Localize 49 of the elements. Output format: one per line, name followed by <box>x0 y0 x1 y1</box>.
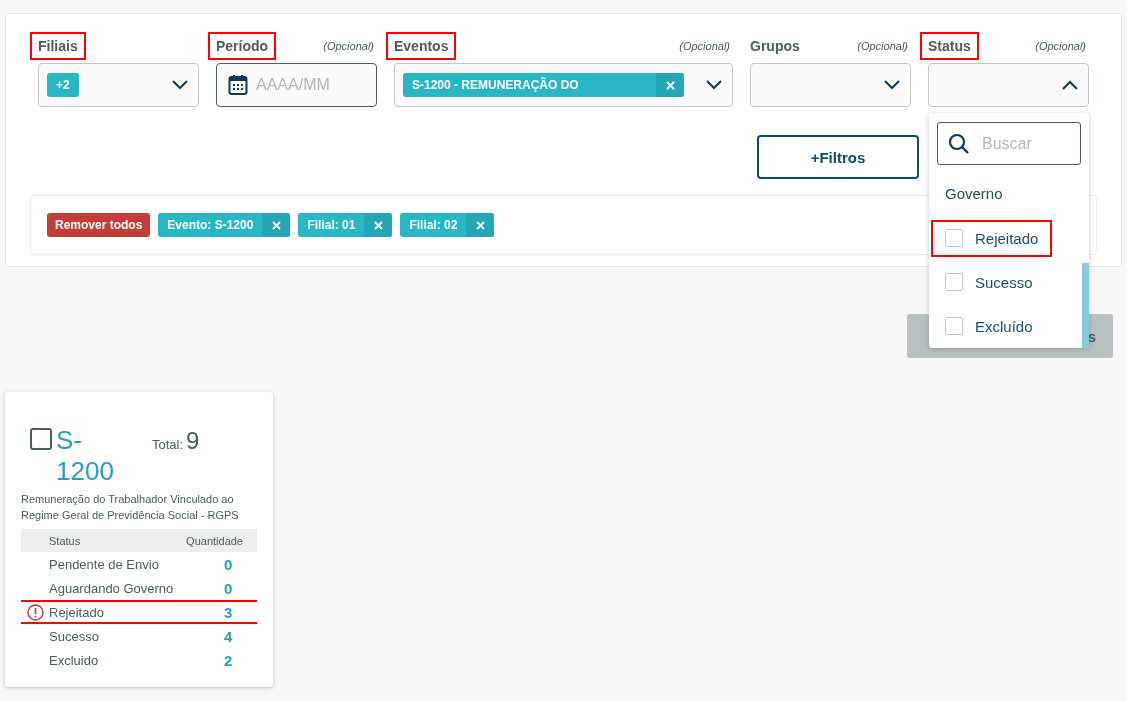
column-header: Quantidade <box>182 529 257 552</box>
total-value: 9 <box>186 427 200 455</box>
optional-hint: (Opcional) <box>679 40 730 52</box>
calendar-icon <box>228 74 248 96</box>
total-label: Total: <box>152 437 184 452</box>
filter-chip: Evento: S-1200 <box>158 213 291 237</box>
scrollbar[interactable] <box>1082 263 1089 348</box>
field-label: Período <box>208 32 277 60</box>
more-filters-button[interactable]: +Filtros <box>757 135 919 179</box>
field-label: Filiais <box>30 32 86 60</box>
select-field[interactable] <box>928 63 1089 107</box>
status-cell: Rejeitado <box>21 600 183 624</box>
search-icon <box>948 132 970 155</box>
selected-chip: S-1200 - REMUNERAÇÃO DO <box>403 73 684 97</box>
event-description: Remuneração do Trabalhador Vinculado ao Regime Geral de Previdência Social - RGPS <box>20 492 240 523</box>
placeholder-text: Buscar <box>982 134 1032 153</box>
count-cell: 0 <box>182 552 257 576</box>
count-chip: +2 <box>47 73 79 97</box>
optional-hint: (Opcional) <box>857 40 908 52</box>
alert-icon <box>27 604 44 621</box>
status-cell-text: Excluido <box>48 651 100 670</box>
field-label: Grupos <box>749 37 801 56</box>
column-header: Status <box>21 529 183 552</box>
event-code: S-1200 <box>56 425 115 487</box>
field-label: Eventos <box>386 32 457 60</box>
close-icon[interactable] <box>271 220 281 230</box>
select-field[interactable] <box>750 63 911 107</box>
close-icon[interactable] <box>665 80 675 90</box>
count-cell: 0 <box>182 576 257 600</box>
filter-chip: Filial: 01 <box>298 213 393 237</box>
close-icon[interactable] <box>475 220 485 230</box>
optional-hint: (Opcional) <box>1035 40 1086 52</box>
status-option[interactable]: Rejeitado <box>931 219 1053 257</box>
checkbox[interactable] <box>30 428 52 450</box>
placeholder-text: AAAA/MM <box>256 76 330 94</box>
count-cell: 3 <box>182 600 257 624</box>
status-cell: Pendente de Envio <box>21 552 183 576</box>
close-icon[interactable] <box>373 220 383 230</box>
status-cell: Aguardando Governo <box>21 576 183 600</box>
filter-chip: Filial: 02 <box>400 213 495 237</box>
count-cell: 4 <box>182 624 257 648</box>
remove-all-button[interactable]: Remover todos <box>47 213 151 237</box>
optional-hint: (Opcional) <box>323 40 374 52</box>
status-cell: Sucesso <box>21 624 183 648</box>
status-option[interactable]: Sucesso <box>931 263 1047 301</box>
option-label[interactable]: Governo <box>929 165 1089 216</box>
count-cell-text: 2 <box>223 650 234 671</box>
field-label: Status <box>920 32 979 60</box>
status-option[interactable]: Excluído <box>931 307 1047 345</box>
